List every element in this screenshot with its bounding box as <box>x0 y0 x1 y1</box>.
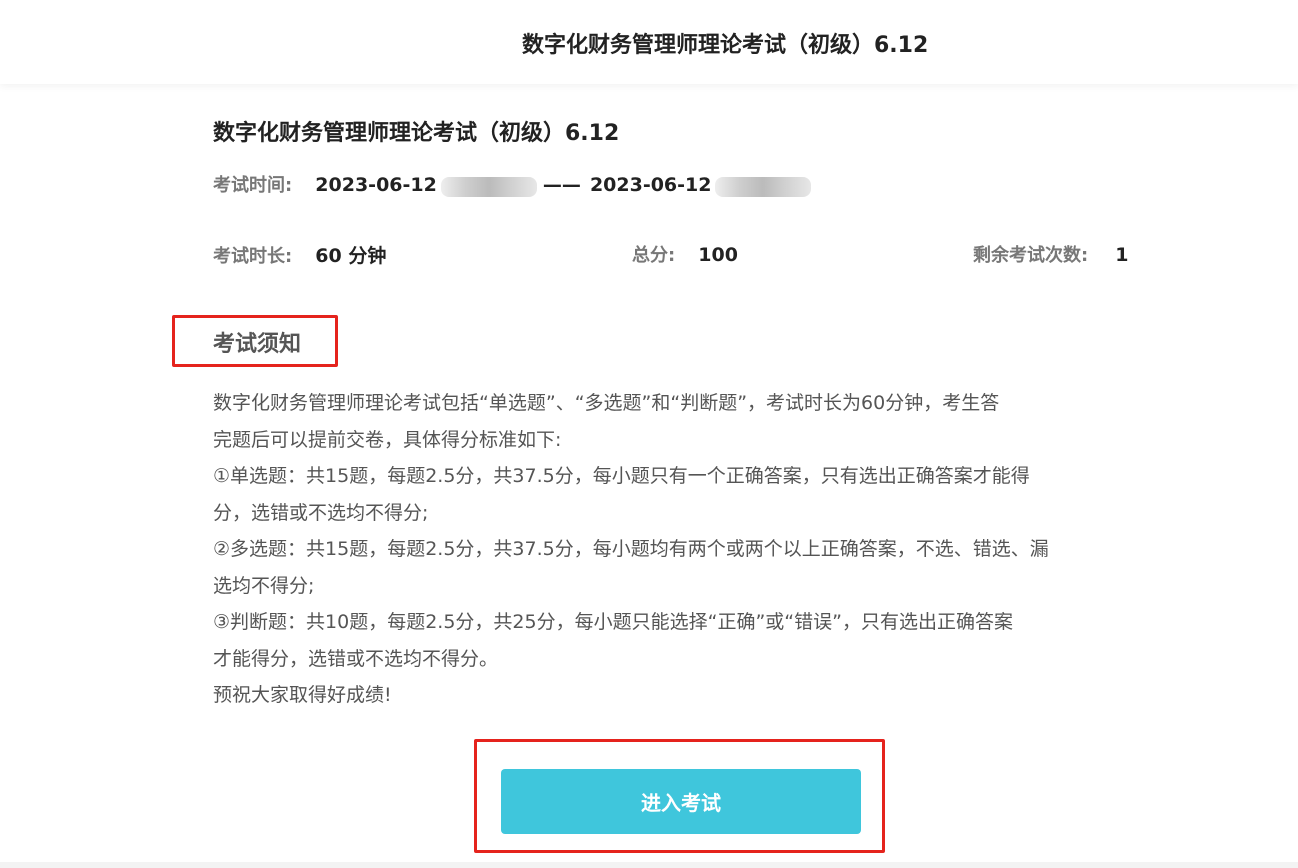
notice-line: ③判断题：共10题，每题2.5分，共25分，每小题只能选择“正确”或“错误”，只… <box>213 611 1013 633</box>
notice-line: ②多选题：共15题，每题2.5分，共37.5分，每小题均有两个或两个以上正确答案… <box>213 538 1049 560</box>
exam-time-row: 考试时间: 2023-06-12 —— 2023-06-12 <box>213 171 817 197</box>
total-score-label: 总分: <box>632 245 676 266</box>
notice-line: ①单选题：共15题，每题2.5分，共37.5分，每小题只有一个正确答案，只有选出… <box>213 465 1030 487</box>
exam-time-label: 考试时间: <box>213 175 293 196</box>
notice-line: 选均不得分; <box>213 574 315 597</box>
time-separator: —— <box>542 174 581 196</box>
top-header: 数字化财务管理师理论考试（初级）6.12 <box>0 0 1298 84</box>
exam-duration-row: 考试时长: 60 分钟 <box>213 241 386 268</box>
redacted-end-time <box>715 176 812 197</box>
exam-duration-value: 60 分钟 <box>315 245 387 267</box>
notice-line: 预祝大家取得好成绩! <box>213 684 392 706</box>
notice-line: 完题后可以提前交卷，具体得分标准如下: <box>213 428 562 451</box>
notice-body: 数字化财务管理师理论考试包括“单选题”、“多选题”和“判断题”，考试时长为60分… <box>213 385 1148 714</box>
header-title: 数字化财务管理师理论考试（初级）6.12 <box>522 33 929 58</box>
total-score-row: 总分: 100 <box>632 241 738 267</box>
exam-start-date: 2023-06-12 <box>315 174 437 196</box>
exam-title: 数字化财务管理师理论考试（初级）6.12 <box>213 121 620 146</box>
remaining-attempts-value: 1 <box>1115 244 1129 266</box>
notice-line: 数字化财务管理师理论考试包括“单选题”、“多选题”和“判断题”，考试时长为60分… <box>213 392 1000 414</box>
redacted-start-time <box>440 176 537 197</box>
enter-exam-button[interactable]: 进入考试 <box>501 769 861 834</box>
notice-heading: 考试须知 <box>213 332 302 357</box>
notice-line: 分，选错或不选均不得分; <box>213 501 429 524</box>
exam-duration-label: 考试时长: <box>213 246 293 267</box>
total-score-value: 100 <box>698 244 738 266</box>
bottom-divider <box>0 862 1298 868</box>
exam-end-date: 2023-06-12 <box>589 174 712 196</box>
notice-line: 才能得分，选错或不选均不得分。 <box>213 647 499 670</box>
remaining-attempts-row: 剩余考试次数: 1 <box>973 241 1129 267</box>
remaining-attempts-label: 剩余考试次数: <box>973 245 1089 266</box>
